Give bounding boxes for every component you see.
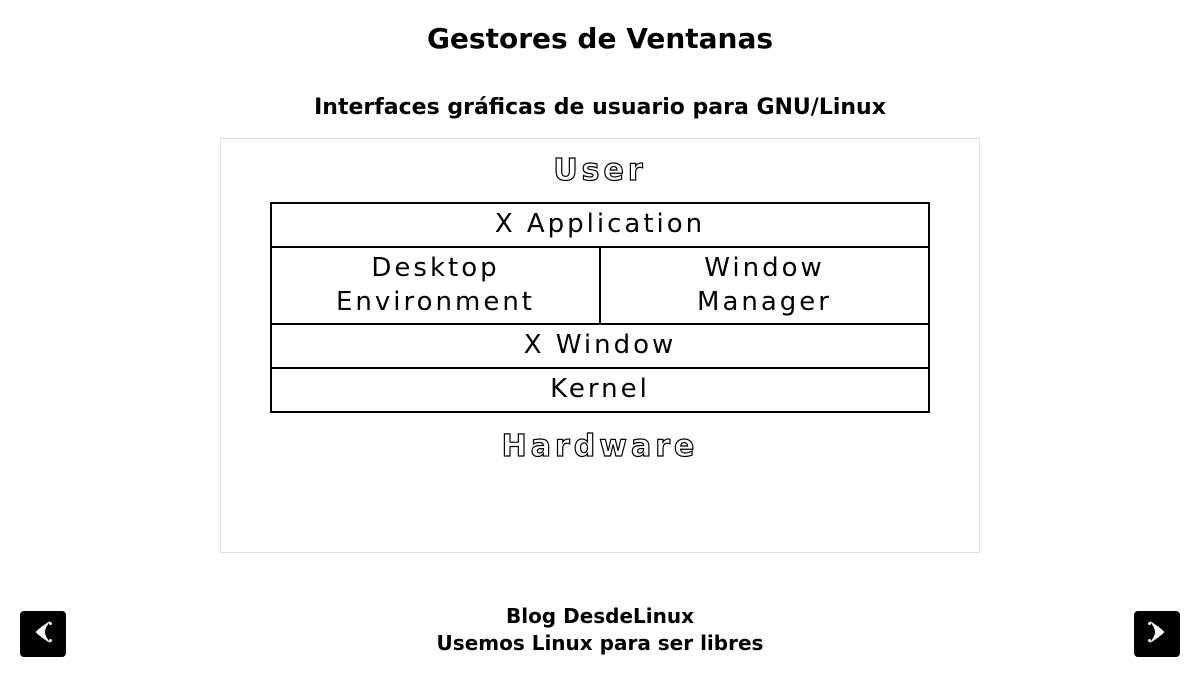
diagram-user-label: User [221, 153, 979, 188]
layer-kernel: Kernel [270, 367, 930, 413]
page-title: Gestores de Ventanas [0, 0, 1200, 55]
layer-desktop-environment-text-2: Environment [276, 286, 595, 320]
diagram-hardware-label: Hardware [221, 429, 979, 464]
diagram-frame: User X Application Desktop Environment W… [220, 138, 980, 553]
prev-icon [28, 617, 58, 651]
next-icon [1142, 617, 1172, 651]
layer-desktop-wm: Desktop Environment Window Manager [270, 246, 930, 324]
layer-desktop-environment: Desktop Environment [272, 248, 599, 324]
footer-line-2: Usemos Linux para ser libres [0, 630, 1200, 657]
layer-window-manager-text-2: Manager [605, 286, 924, 320]
layer-window-manager: Window Manager [599, 248, 928, 324]
footer-line-1: Blog DesdeLinux [0, 603, 1200, 630]
next-slide-button[interactable] [1134, 611, 1180, 657]
layer-window-manager-text-1: Window [605, 252, 924, 286]
layer-x-application: X Application [270, 202, 930, 246]
prev-slide-button[interactable] [20, 611, 66, 657]
diagram-stack: X Application Desktop Environment Window… [270, 202, 930, 413]
layer-x-application-text: X Application [272, 204, 928, 246]
layer-x-window: X Window [270, 323, 930, 367]
layer-x-window-text: X Window [272, 325, 928, 367]
layer-kernel-text: Kernel [272, 369, 928, 411]
footer: Blog DesdeLinux Usemos Linux para ser li… [0, 603, 1200, 657]
page-subtitle: Interfaces gráficas de usuario para GNU/… [0, 95, 1200, 120]
layer-desktop-environment-text-1: Desktop [276, 252, 595, 286]
